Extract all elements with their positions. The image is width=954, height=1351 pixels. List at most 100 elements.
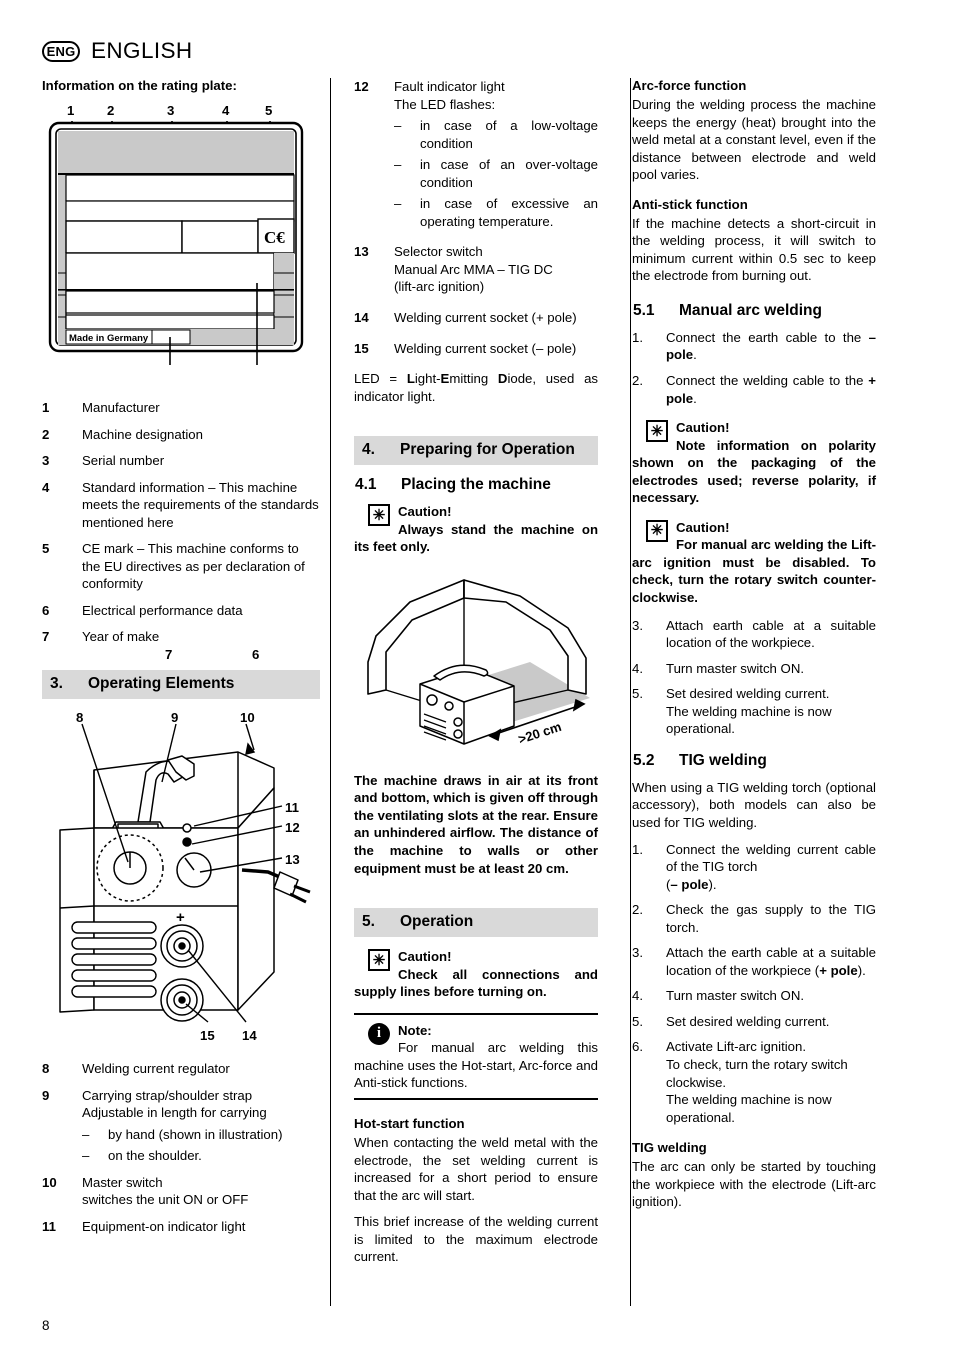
legend-item: 4 Standard information – This machine mee… (42, 479, 320, 532)
legend-item-number: 3 (42, 453, 50, 469)
tig-step: 2. Check the gas supply to the TIG torch. (632, 901, 876, 936)
legend-item: 7 Year of make (42, 628, 320, 646)
caution-starburst-icon: ✳ (368, 504, 390, 527)
dash-bullet: – (394, 118, 402, 134)
machine-callout-11: 11 (285, 800, 299, 816)
legend-item-text: CE mark – This machine conforms to the E… (82, 541, 305, 592)
legend-subitem: – in case of a low-voltage condition (394, 117, 598, 152)
step-text: Turn master switch ON. (666, 988, 805, 1004)
legend-item-number: 10 (42, 1174, 57, 1190)
machine-callout-10: 10 (240, 710, 255, 726)
step-number: 5. (632, 686, 643, 702)
section-number: 5. (362, 913, 375, 931)
legend-subitem-text: on the shoulder. (108, 1148, 202, 1164)
anti-stick-heading: Anti-stick function (632, 196, 748, 212)
machine-callout-15: 15 (200, 1028, 215, 1044)
legend-item-number: 9 (42, 1087, 50, 1103)
legend-subitem: – in case of an over-voltage condition (394, 156, 598, 191)
section-number: 4. (362, 441, 375, 459)
legend-item-number: 14 (354, 310, 369, 326)
step-number: 1. (632, 841, 643, 857)
mma-step: 3. Attach earth cable at a suitable locat… (632, 617, 876, 652)
legend-item-number: 7 (42, 629, 50, 645)
caution-body: Note information on polarity shown on th… (632, 437, 876, 506)
plate-callout-1: 1 (67, 103, 75, 118)
column-middle: 12 Fault indicator light The LED flashes… (320, 78, 598, 1266)
legend-item-text: Welding current socket (+ pole) (394, 310, 577, 326)
page-number: 8 (42, 1318, 50, 1333)
legend-item: 8 Welding current regulator (42, 1060, 320, 1078)
caution-title: Caution! (398, 949, 452, 965)
step-number: 3. (632, 617, 643, 633)
plate-callout-7: 7 (165, 647, 173, 662)
step-text: Attach earth cable at a suitable locatio… (666, 617, 876, 651)
operating-elements-figure: 8 9 10 11 12 13 14 15 + (42, 710, 314, 1048)
three-column-layout: Information on the rating plate: 1 2 3 4… (42, 78, 916, 1306)
legend-item-text: Manufacturer (82, 400, 160, 415)
step-text: Connect the welding cable to the + pole. (666, 373, 876, 406)
rating-plate-legend: 1 Manufacturer 2 Machine designation 3 Seri… (42, 399, 320, 646)
legend-item-text: Machine designation (82, 426, 203, 442)
tig-step: 1. Connect the welding current cable of … (632, 841, 876, 894)
legend-item: 5 CE mark – This machine conforms to the … (42, 540, 320, 593)
plate-callout-4: 4 (222, 103, 230, 118)
legend-subitem-text: in case of a low-voltage condition (420, 118, 598, 151)
legend-item-number: 13 (354, 244, 369, 260)
subsection-heading-placing-the-machine: 4.1 Placing the machine (354, 476, 598, 494)
plate-callout-5: 5 (265, 103, 273, 118)
led-definition-text: LED = Light-Emitting Diode, used as indi… (354, 371, 599, 404)
machine-callout-14: 14 (242, 1028, 257, 1044)
ce-mark-label: C€ (264, 228, 285, 247)
section-title: Operation (400, 913, 474, 931)
legend-item-text: Serial number (82, 453, 165, 469)
page-title: ENGLISH (91, 38, 193, 63)
section-title: Preparing for Operation (400, 441, 575, 459)
step-number: 5. (632, 1013, 643, 1029)
tig-welding-paragraph: The arc can only be started by touching … (632, 1159, 876, 1210)
machine-callout-13: 13 (285, 852, 300, 868)
subsection-title: Placing the machine (401, 476, 551, 494)
step-number: 3. (632, 945, 643, 961)
step-number: 2. (632, 902, 643, 918)
step-text: Attach the earth cable at a suitable loc… (666, 945, 876, 978)
clearance-drawing: >20 cm (367, 579, 590, 747)
legend-item: 9 Carrying strap/shoulder strap Adjustab… (42, 1087, 320, 1165)
section-title: Operating Elements (88, 675, 235, 693)
column-divider-2 (630, 78, 632, 1306)
tig-step: 3. Attach the earth cable at a suitable … (632, 944, 876, 979)
hot-start-paragraph-2: This brief increase of the welding curre… (354, 1214, 598, 1265)
legend-item-text: Selector switch Manual Arc MMA – TIG DC … (394, 244, 553, 295)
caution-body: For manual arc welding the Lift-arc igni… (632, 537, 876, 606)
legend-subitem-text: by hand (shown in illustration) (108, 1126, 283, 1142)
legend-item: 6 Electrical performance data (42, 602, 320, 620)
legend-item: 1 Manufacturer (42, 399, 320, 417)
legend-item-text: Welding current socket (– pole) (394, 340, 577, 356)
legend-item-text: Master switch switches the unit ON or OF… (82, 1174, 249, 1208)
legend-item-number: 2 (42, 426, 50, 442)
caution-starburst-icon: ✳ (368, 949, 390, 972)
section-heading-operation: 5. Operation (354, 908, 598, 938)
plate-callout-2: 2 (107, 103, 115, 118)
legend-item: 15 Welding current socket (– pole) (354, 340, 598, 358)
step-text: Set desired welding current. The welding… (666, 686, 832, 737)
legend-item-number: 8 (42, 1061, 50, 1077)
caution-block-liftarc-disable: ✳ Caution! For manual arc welding the Li… (632, 519, 876, 607)
welding-machine-drawing: + – (59, 723, 311, 1023)
operating-elements-legend-continued: 12 Fault indicator light The LED flashes… (354, 78, 598, 357)
step-number: 4. (632, 988, 643, 1004)
subsection-heading-tig-welding: 5.2 TIG welding (632, 752, 876, 770)
legend-item-number: 15 (354, 340, 369, 356)
legend-subitem-text: in case of excessive an operating temper… (420, 196, 598, 229)
subsection-number: 4.1 (355, 476, 377, 494)
column-left: Information on the rating plate: 1 2 3 4… (42, 78, 320, 1266)
svg-text:+: + (176, 909, 185, 926)
section-heading-operating-elements: 3. Operating Elements (42, 670, 320, 700)
note-title: Note: (398, 1022, 432, 1038)
step-number: 4. (632, 660, 643, 676)
legend-item-text: Equipment-on indicator light (82, 1218, 246, 1234)
note-body: For manual arc welding this machine uses… (354, 1040, 598, 1091)
legend-item: 11 Equipment-on indicator light (42, 1218, 320, 1236)
caution-title: Caution! (398, 504, 452, 520)
section-number: 3. (50, 675, 63, 693)
dash-bullet: – (82, 1148, 90, 1164)
